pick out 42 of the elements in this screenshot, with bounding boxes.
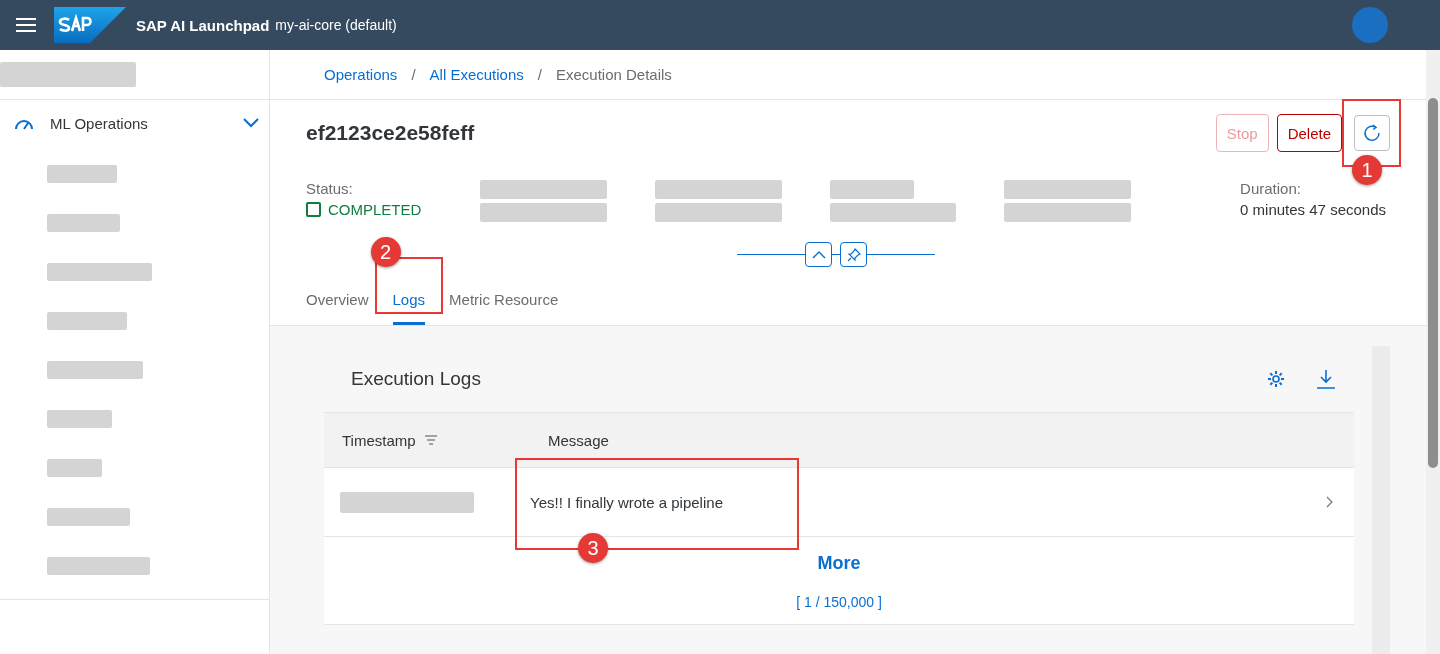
breadcrumb-current: Execution Details: [555, 66, 672, 83]
scrollbar[interactable]: [1426, 50, 1440, 654]
table-cell: Yes!! I finally wrote a pipeline: [530, 493, 723, 511]
nav-group[interactable]: ML Operations: [0, 100, 269, 146]
settings-icon[interactable]: [1266, 369, 1286, 389]
redacted-block: [47, 165, 117, 183]
execution-title: ef2123ce2e58feff: [306, 121, 475, 145]
breadcrumb-link[interactable]: Operations: [324, 66, 398, 83]
card-title: Execution Logs: [351, 368, 481, 390]
tab[interactable]: Metric Resource: [449, 281, 559, 325]
status-value: COMPLETED: [306, 201, 432, 218]
caret-icon: [811, 250, 826, 259]
table-row[interactable]: Yes!! I finally wrote a pipeline: [324, 468, 1354, 537]
collapse-button[interactable]: [805, 242, 832, 267]
breadcrumb-separator: /: [411, 66, 416, 83]
pin-icon: [846, 247, 861, 262]
refresh-icon: [1363, 124, 1381, 142]
breadcrumb-link[interactable]: All Executions: [429, 66, 524, 83]
more-link[interactable]: More: [817, 553, 861, 574]
step-badge: 1: [1352, 155, 1382, 185]
field-value: 0 minutes 47 seconds: [1240, 201, 1386, 218]
field-label: Status:: [306, 180, 354, 197]
redacted-block: [47, 410, 112, 428]
breadcrumb-separator: /: [537, 66, 542, 83]
redacted-block: [47, 459, 102, 477]
download-icon[interactable]: [1316, 369, 1336, 389]
field-label: Duration:: [1240, 180, 1302, 197]
chevron-icon: [1326, 496, 1334, 508]
product-name: SAP AI Launchpad: [136, 16, 270, 34]
action-button[interactable]: Delete: [1276, 114, 1342, 152]
column-header: Message: [548, 431, 609, 449]
row-count: [ 1 / 150,000 ]: [796, 594, 882, 610]
tab[interactable]: Overview: [306, 281, 369, 325]
menu-icon[interactable]: [16, 17, 36, 33]
nav-group-label: ML Operations: [50, 114, 148, 132]
context-name: my-ai-core (default): [275, 17, 397, 33]
logo-icon: [54, 7, 126, 43]
sort-icon: [423, 435, 438, 445]
pin-button[interactable]: [840, 242, 867, 267]
refresh-button[interactable]: [1354, 115, 1390, 151]
step-badge: 2: [370, 237, 401, 267]
column-header[interactable]: Timestamp: [342, 431, 438, 449]
